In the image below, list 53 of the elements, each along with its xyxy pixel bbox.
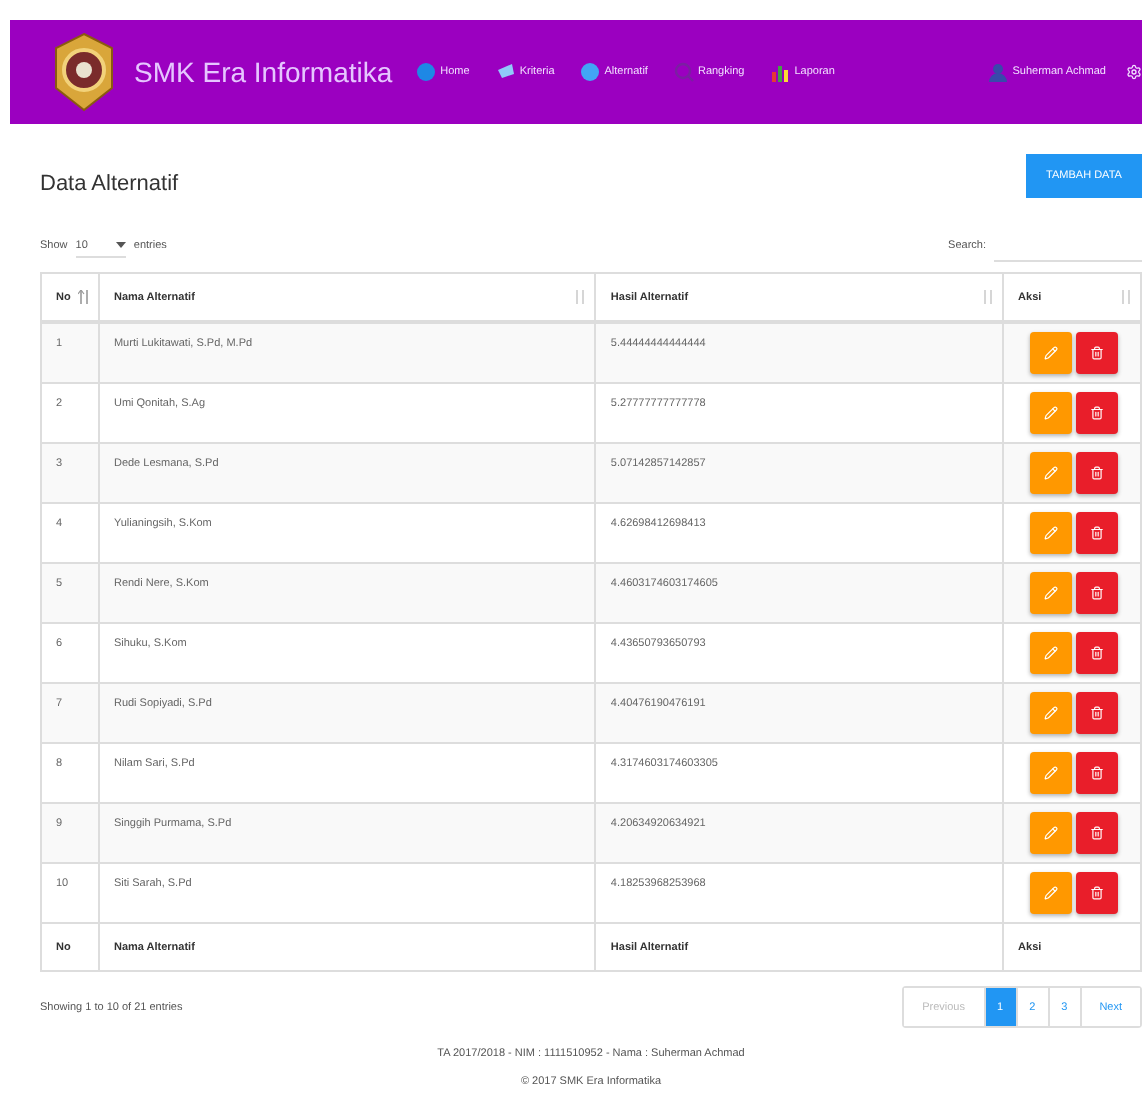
settings-menu[interactable] [1126,64,1142,80]
trash-icon [1090,886,1105,900]
trash-icon [1090,826,1105,840]
trash-icon [1090,406,1105,420]
edit-button[interactable] [1030,632,1073,674]
sort-icon [1120,290,1132,304]
trash-icon [1090,706,1105,720]
pencil-icon [1044,586,1059,600]
trash-icon [1090,346,1105,360]
caret-icon [115,242,126,248]
edit-button[interactable] [1030,812,1073,854]
delete-button[interactable] [1076,572,1119,614]
sort-icon [574,290,587,304]
pencil-icon [1044,466,1059,480]
edit-button[interactable] [1030,452,1073,494]
user-icon [988,62,1009,82]
bar-chart-icon [770,62,791,82]
delete-button[interactable] [1076,512,1119,554]
edit-button[interactable] [1030,872,1073,914]
edit-button[interactable] [1030,332,1073,374]
delete-button[interactable] [1076,632,1119,674]
delete-button[interactable] [1076,752,1119,794]
settings-icon [1126,64,1142,80]
search-icon [673,62,694,82]
trash-icon [1090,646,1105,660]
page-title: Data Alternatif [40,172,179,196]
edit-button[interactable] [1030,392,1073,434]
trash-icon [1090,526,1105,540]
pencil-icon [1044,706,1059,720]
brand-name: SMK Era Informatika [134,56,393,88]
pencil-icon [1044,766,1059,780]
trash-icon [1090,766,1105,780]
delete-button[interactable] [1076,872,1119,914]
pencil-icon [1044,526,1059,540]
edit-button[interactable] [1030,752,1073,794]
trash-icon [1090,466,1105,480]
pencil-icon [1044,886,1059,900]
edit-button[interactable] [1030,572,1073,614]
trash-icon [1090,586,1105,600]
edit-button[interactable] [1030,692,1073,734]
edit-button[interactable] [1030,512,1073,554]
pencil-icon [1044,646,1059,660]
school-logo [50,32,118,112]
delete-button[interactable] [1076,452,1119,494]
pencil-icon [1044,406,1059,420]
delete-button[interactable] [1076,392,1119,434]
delete-button[interactable] [1076,332,1119,374]
delete-button[interactable] [1076,812,1119,854]
pencil-icon [1044,346,1059,360]
pencil-icon [1044,826,1059,840]
sort-ascending-icon [77,290,90,304]
delete-button[interactable] [1076,692,1119,734]
sort-icon [982,290,995,304]
